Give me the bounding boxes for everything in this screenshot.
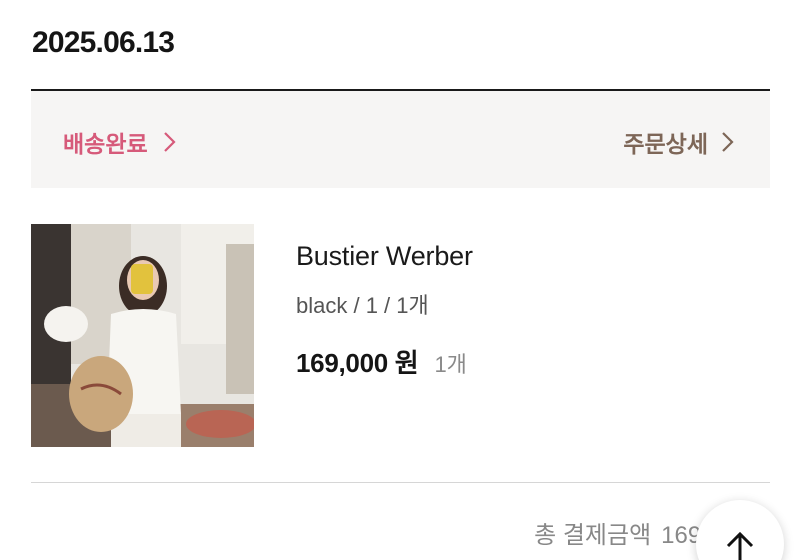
price-row: 169,000 원 1개 [296,343,467,380]
product-quantity: 1개 [434,352,467,377]
scroll-top-button[interactable] [696,500,784,560]
product-image[interactable] [31,224,254,447]
delivery-status-label: 배송완료 [63,131,148,157]
order-detail-link[interactable]: 주문상세 [623,125,738,159]
product-photo-icon [31,224,254,447]
arrow-up-icon [726,531,754,560]
order-status-bar: 배송완료 주문상세 [31,91,770,188]
product-name[interactable]: Bustier Werber [296,241,473,272]
order-detail-label: 주문상세 [623,131,708,157]
delivery-status-link[interactable]: 배송완료 [63,125,180,159]
chevron-right-icon [163,132,176,152]
product-price: 169,000 원 [296,348,419,378]
bottom-divider [31,482,770,483]
chevron-right-icon [722,132,734,152]
total-label: 총 결제금액 [534,522,652,549]
order-date: 2025.06.13 [32,26,175,59]
product-options: black / 1 / 1개 [296,293,429,318]
